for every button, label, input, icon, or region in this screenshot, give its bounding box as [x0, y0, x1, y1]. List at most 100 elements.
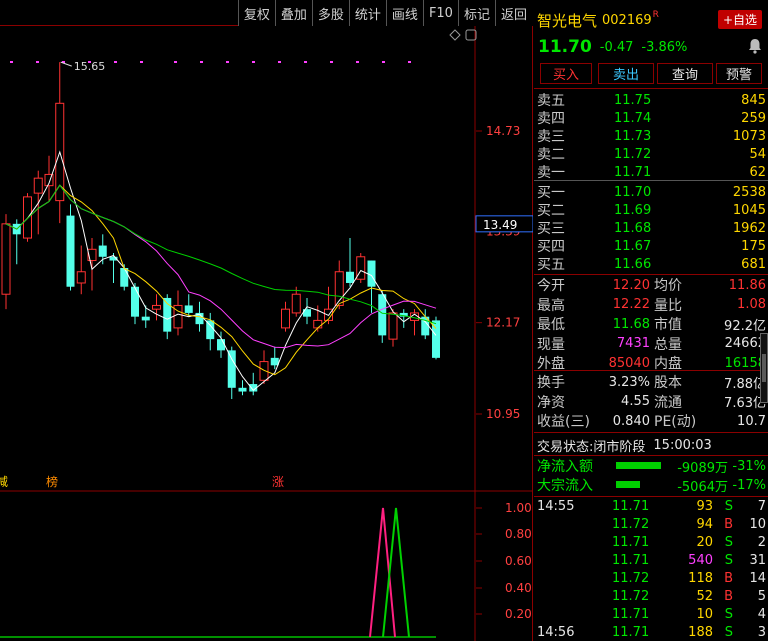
- price-axis-label: 12.17: [486, 316, 520, 330]
- asks-label: 卖五: [537, 93, 565, 109]
- tick-price: 11.71: [612, 624, 650, 640]
- asks-price: 11.72: [614, 146, 652, 162]
- signal-dot: [330, 61, 333, 63]
- tick-row[interactable]: 11.71 540 S 31: [534, 551, 768, 569]
- tick-side: S: [724, 498, 733, 514]
- indicator-axis-label: 0.20: [505, 607, 532, 621]
- tick-side: S: [724, 624, 733, 640]
- tick-volume: 94: [696, 516, 713, 532]
- price-line: 11.70 -0.47 -3.86%: [534, 37, 768, 57]
- tick-count: 4: [757, 606, 766, 622]
- bids-volume: 1045: [732, 202, 766, 218]
- candle-body: [388, 312, 398, 340]
- tick-side: B: [724, 570, 733, 586]
- buy-button[interactable]: 买入: [540, 63, 592, 84]
- event-marker[interactable]: 涨: [272, 474, 284, 489]
- diamond-icon[interactable]: [449, 29, 461, 41]
- bids-row[interactable]: 买二 11.69 1045: [534, 201, 768, 220]
- tick-side: B: [724, 588, 733, 604]
- signal-dot: [382, 61, 385, 63]
- tick-count: 7: [757, 498, 766, 514]
- add-favorite-button[interactable]: +自选: [717, 10, 762, 29]
- stat-row: 现量 7431 总量 24662: [534, 335, 768, 353]
- sell-button[interactable]: 卖出: [598, 63, 654, 84]
- last-price: 11.70: [538, 37, 592, 57]
- tick-side: S: [724, 534, 733, 550]
- candle-body: [131, 286, 139, 317]
- stock-badge: R: [652, 10, 659, 20]
- tick-count: 2: [757, 534, 766, 550]
- asks-label: 卖二: [537, 147, 565, 163]
- toolbar-button-5[interactable]: F10: [422, 0, 458, 26]
- stock-code: 002169: [602, 12, 652, 28]
- flow-bar: [616, 462, 661, 469]
- flow-pct: -17%: [732, 477, 766, 493]
- flow-value: -9089万: [677, 460, 728, 476]
- toolbar-button-3[interactable]: 统计: [348, 0, 386, 26]
- price-change: -0.47: [599, 39, 634, 55]
- stat-value: 12.20: [612, 277, 650, 293]
- stat-label: 今开: [537, 278, 565, 294]
- tick-row[interactable]: 11.72 52 B 5: [534, 587, 768, 605]
- stat-label: 股本: [654, 375, 682, 391]
- toolbar-button-1[interactable]: 叠加: [274, 0, 312, 26]
- kline-chart[interactable]: 14.7313.3912.1710.9513.4915.65减榜涨1.000.8…: [0, 26, 533, 641]
- tick-row[interactable]: 14:55 11.71 93 S 7: [534, 497, 768, 515]
- asks-price: 11.75: [614, 92, 652, 108]
- stat-row: 最高 12.22 量比 1.08: [534, 296, 768, 314]
- divider: [534, 432, 768, 433]
- kline-chart-area[interactable]: 复权叠加多股统计画线F10标记返回 14.7313.3912.1710.9513…: [0, 0, 533, 641]
- candle-body: [270, 357, 279, 366]
- stat-label: 现量: [537, 336, 565, 353]
- tick-row[interactable]: 11.71 10 S 4: [534, 605, 768, 623]
- toolbar-button-0[interactable]: 复权: [237, 0, 275, 26]
- asks-row[interactable]: 卖五 11.75 845: [534, 91, 768, 110]
- toolbar-button-6[interactable]: 标记: [457, 0, 495, 26]
- toolbar-button-2[interactable]: 多股: [311, 0, 349, 26]
- flow-label: 大宗流入: [537, 478, 593, 494]
- asks-row[interactable]: 卖二 11.72 54: [534, 145, 768, 164]
- bids-row[interactable]: 买三 11.68 1962: [534, 219, 768, 238]
- status-time: 15:00:03: [653, 437, 712, 453]
- event-marker[interactable]: 榜: [46, 474, 58, 489]
- bids-price: 11.67: [614, 238, 652, 254]
- flow-row: 净流入额 -9089万 -31%: [534, 457, 768, 476]
- stat-value: 12.22: [612, 297, 650, 312]
- stat-label: 最高: [537, 297, 565, 314]
- scrollbar[interactable]: [760, 333, 768, 403]
- signal-dot: [10, 61, 13, 63]
- tick-price: 11.71: [612, 498, 650, 514]
- asks-row[interactable]: 卖三 11.73 1073: [534, 127, 768, 146]
- candle-body: [378, 294, 387, 336]
- signal-dot: [252, 61, 255, 63]
- alert-button[interactable]: 预警: [716, 63, 762, 84]
- stat-row: 最低 11.68 市值 92.2亿: [534, 315, 768, 334]
- asks-row[interactable]: 卖一 11.71 62: [534, 163, 768, 182]
- bell-icon[interactable]: [748, 38, 762, 58]
- asks-row[interactable]: 卖四 11.74 259: [534, 109, 768, 128]
- bids-row[interactable]: 买一 11.70 2538: [534, 183, 768, 202]
- candle-body: [141, 316, 150, 321]
- tick-price: 11.71: [612, 552, 650, 568]
- stat-label: PE(动): [654, 414, 697, 430]
- bids-price: 11.68: [614, 220, 652, 236]
- tick-count: 10: [749, 516, 766, 532]
- toolbar-button-4[interactable]: 画线: [385, 0, 423, 26]
- bids-row[interactable]: 买五 11.66 681: [534, 255, 768, 274]
- bids-volume: 1962: [732, 220, 766, 236]
- tick-row[interactable]: 11.72 118 B 14: [534, 569, 768, 587]
- bids-row[interactable]: 买四 11.67 175: [534, 237, 768, 256]
- tick-count: 31: [749, 552, 766, 568]
- tick-row[interactable]: 14:56 11.71 188 S 3: [534, 623, 768, 641]
- stat-value: 11.68: [612, 316, 650, 332]
- indicator-axis-label: 0.40: [505, 581, 532, 595]
- tick-row[interactable]: 11.71 20 S 2: [534, 533, 768, 551]
- tick-row[interactable]: 11.72 94 B 10: [534, 515, 768, 533]
- quote-panel: 智光电气 002169 R +自选 11.70 -0.47 -3.86% 买入 …: [534, 0, 768, 641]
- toolbar-button-7[interactable]: 返回: [494, 0, 533, 26]
- query-button[interactable]: 查询: [657, 63, 713, 84]
- candle-body: [346, 271, 354, 283]
- tick-count: 14: [749, 570, 766, 586]
- price-pct: -3.86%: [641, 39, 688, 55]
- event-marker[interactable]: 减: [0, 475, 8, 489]
